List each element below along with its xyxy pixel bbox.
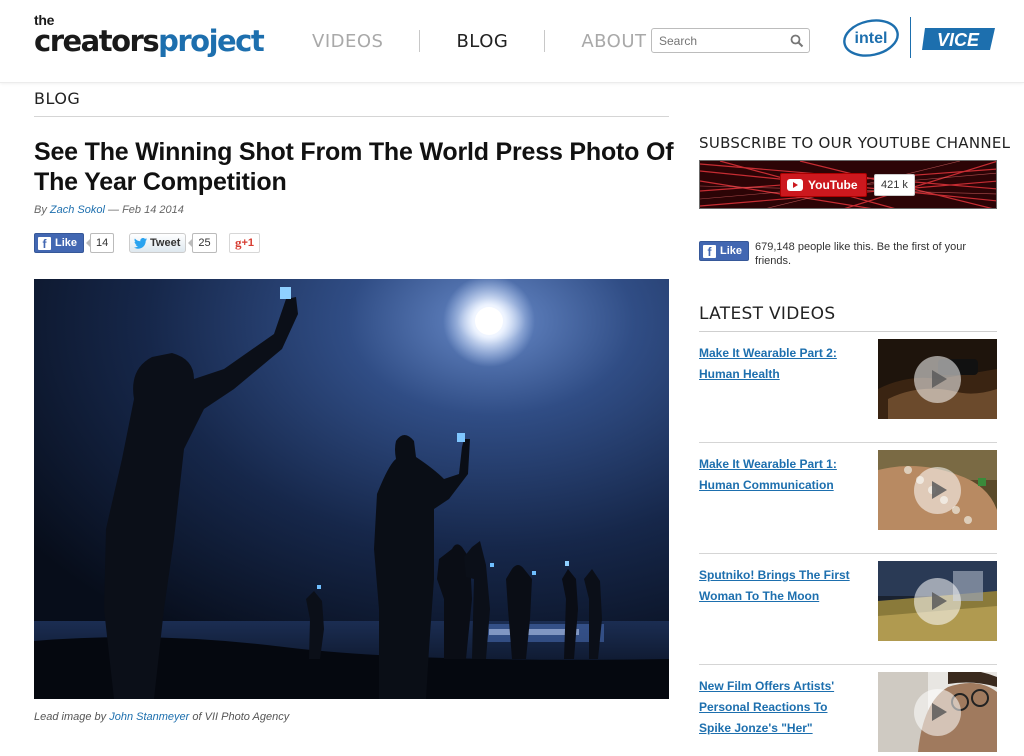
search-box xyxy=(651,28,810,53)
photographer-link[interactable]: John Stanmeyer xyxy=(109,711,189,723)
lead-image[interactable] xyxy=(34,279,669,699)
facebook-like-button[interactable]: f Like xyxy=(34,233,85,253)
logo-wordmark: creatorsproject xyxy=(34,24,265,58)
svg-text:VICE: VICE xyxy=(937,30,980,50)
video-title-link[interactable]: Make It Wearable Part 2: Human Health xyxy=(699,343,859,385)
facebook-icon: f xyxy=(703,244,716,258)
youtube-subscribe-button[interactable]: YouTube xyxy=(780,173,867,197)
image-caption: Lead image by John Stanmeyer of VII Phot… xyxy=(34,711,290,723)
facebook-icon: f xyxy=(38,236,51,250)
video-divider xyxy=(699,664,997,665)
svg-text:intel: intel xyxy=(855,30,888,47)
intel-logo[interactable]: intel xyxy=(842,18,900,58)
video-thumbnail[interactable] xyxy=(878,450,997,530)
gplus-widget: g +1 xyxy=(229,232,261,254)
video-item[interactable]: Sputniko! Brings The First Woman To The … xyxy=(699,561,997,645)
facebook-like-count: 14 xyxy=(85,233,115,253)
video-title-link[interactable]: Make It Wearable Part 1: Human Communica… xyxy=(699,454,859,496)
lead-photo-scene xyxy=(34,279,669,699)
site-header: the creatorsproject VIDEOS BLOG ABOUT in… xyxy=(0,0,1024,83)
facebook-page-like: f Like 679,148 people like this. Be the … xyxy=(699,240,997,268)
play-icon xyxy=(914,578,961,625)
video-thumbnail[interactable] xyxy=(878,561,997,641)
video-title-link[interactable]: New Film Offers Artists' Personal Reacti… xyxy=(699,676,859,739)
youtube-subscribe-banner[interactable]: YouTube 421 k xyxy=(699,160,997,209)
video-divider xyxy=(699,553,997,554)
nav-about[interactable]: ABOUT xyxy=(581,31,646,52)
section-divider xyxy=(34,116,669,117)
video-item[interactable]: Make It Wearable Part 2: Human Health xyxy=(699,339,997,423)
video-thumbnail[interactable] xyxy=(878,672,997,752)
latest-videos-heading: LATEST VIDEOS xyxy=(699,304,836,324)
facebook-like-text: 679,148 people like this. Be the first o… xyxy=(755,241,966,267)
video-divider xyxy=(699,442,997,443)
gplus-button[interactable]: g +1 xyxy=(229,233,261,253)
nav-blog[interactable]: BLOG xyxy=(456,31,508,52)
site-logo[interactable]: the creatorsproject xyxy=(34,13,265,58)
youtube-subscriber-count: 421 k xyxy=(874,174,915,196)
youtube-heading: SUBSCRIBE TO OUR YOUTUBE CHANNEL xyxy=(699,134,1011,152)
article-title: See The Winning Shot From The World Pres… xyxy=(34,138,674,196)
youtube-play-icon xyxy=(787,179,803,191)
video-title-link[interactable]: Sputniko! Brings The First Woman To The … xyxy=(699,565,859,607)
twitter-icon xyxy=(134,237,147,249)
search-input[interactable] xyxy=(652,29,782,52)
tweet-button[interactable]: Tweet xyxy=(129,233,187,253)
play-icon xyxy=(914,467,961,514)
facebook-like-widget: f Like 14 xyxy=(34,232,115,254)
video-item[interactable]: New Film Offers Artists' Personal Reacti… xyxy=(699,672,997,756)
article-date: Feb 14 2014 xyxy=(122,204,184,216)
video-thumbnail[interactable] xyxy=(878,339,997,419)
tweet-count: 25 xyxy=(188,233,217,253)
main-nav: VIDEOS BLOG ABOUT xyxy=(312,30,647,52)
nav-divider xyxy=(544,30,546,52)
author-link[interactable]: Zach Sokol xyxy=(50,204,105,216)
play-icon xyxy=(914,356,961,403)
header-divider xyxy=(910,17,911,58)
search-icon[interactable] xyxy=(790,34,804,48)
vice-logo[interactable]: VICE xyxy=(922,24,998,54)
nav-divider xyxy=(419,30,421,52)
latest-videos-divider xyxy=(699,331,997,332)
article-byline: By Zach Sokol — Feb 14 2014 xyxy=(34,204,184,216)
nav-videos[interactable]: VIDEOS xyxy=(312,31,383,52)
video-item[interactable]: Make It Wearable Part 1: Human Communica… xyxy=(699,450,997,534)
tweet-widget: Tweet 25 xyxy=(129,232,217,254)
facebook-page-like-button[interactable]: f Like xyxy=(699,241,750,261)
section-label: BLOG xyxy=(34,89,81,108)
play-icon xyxy=(914,689,961,736)
